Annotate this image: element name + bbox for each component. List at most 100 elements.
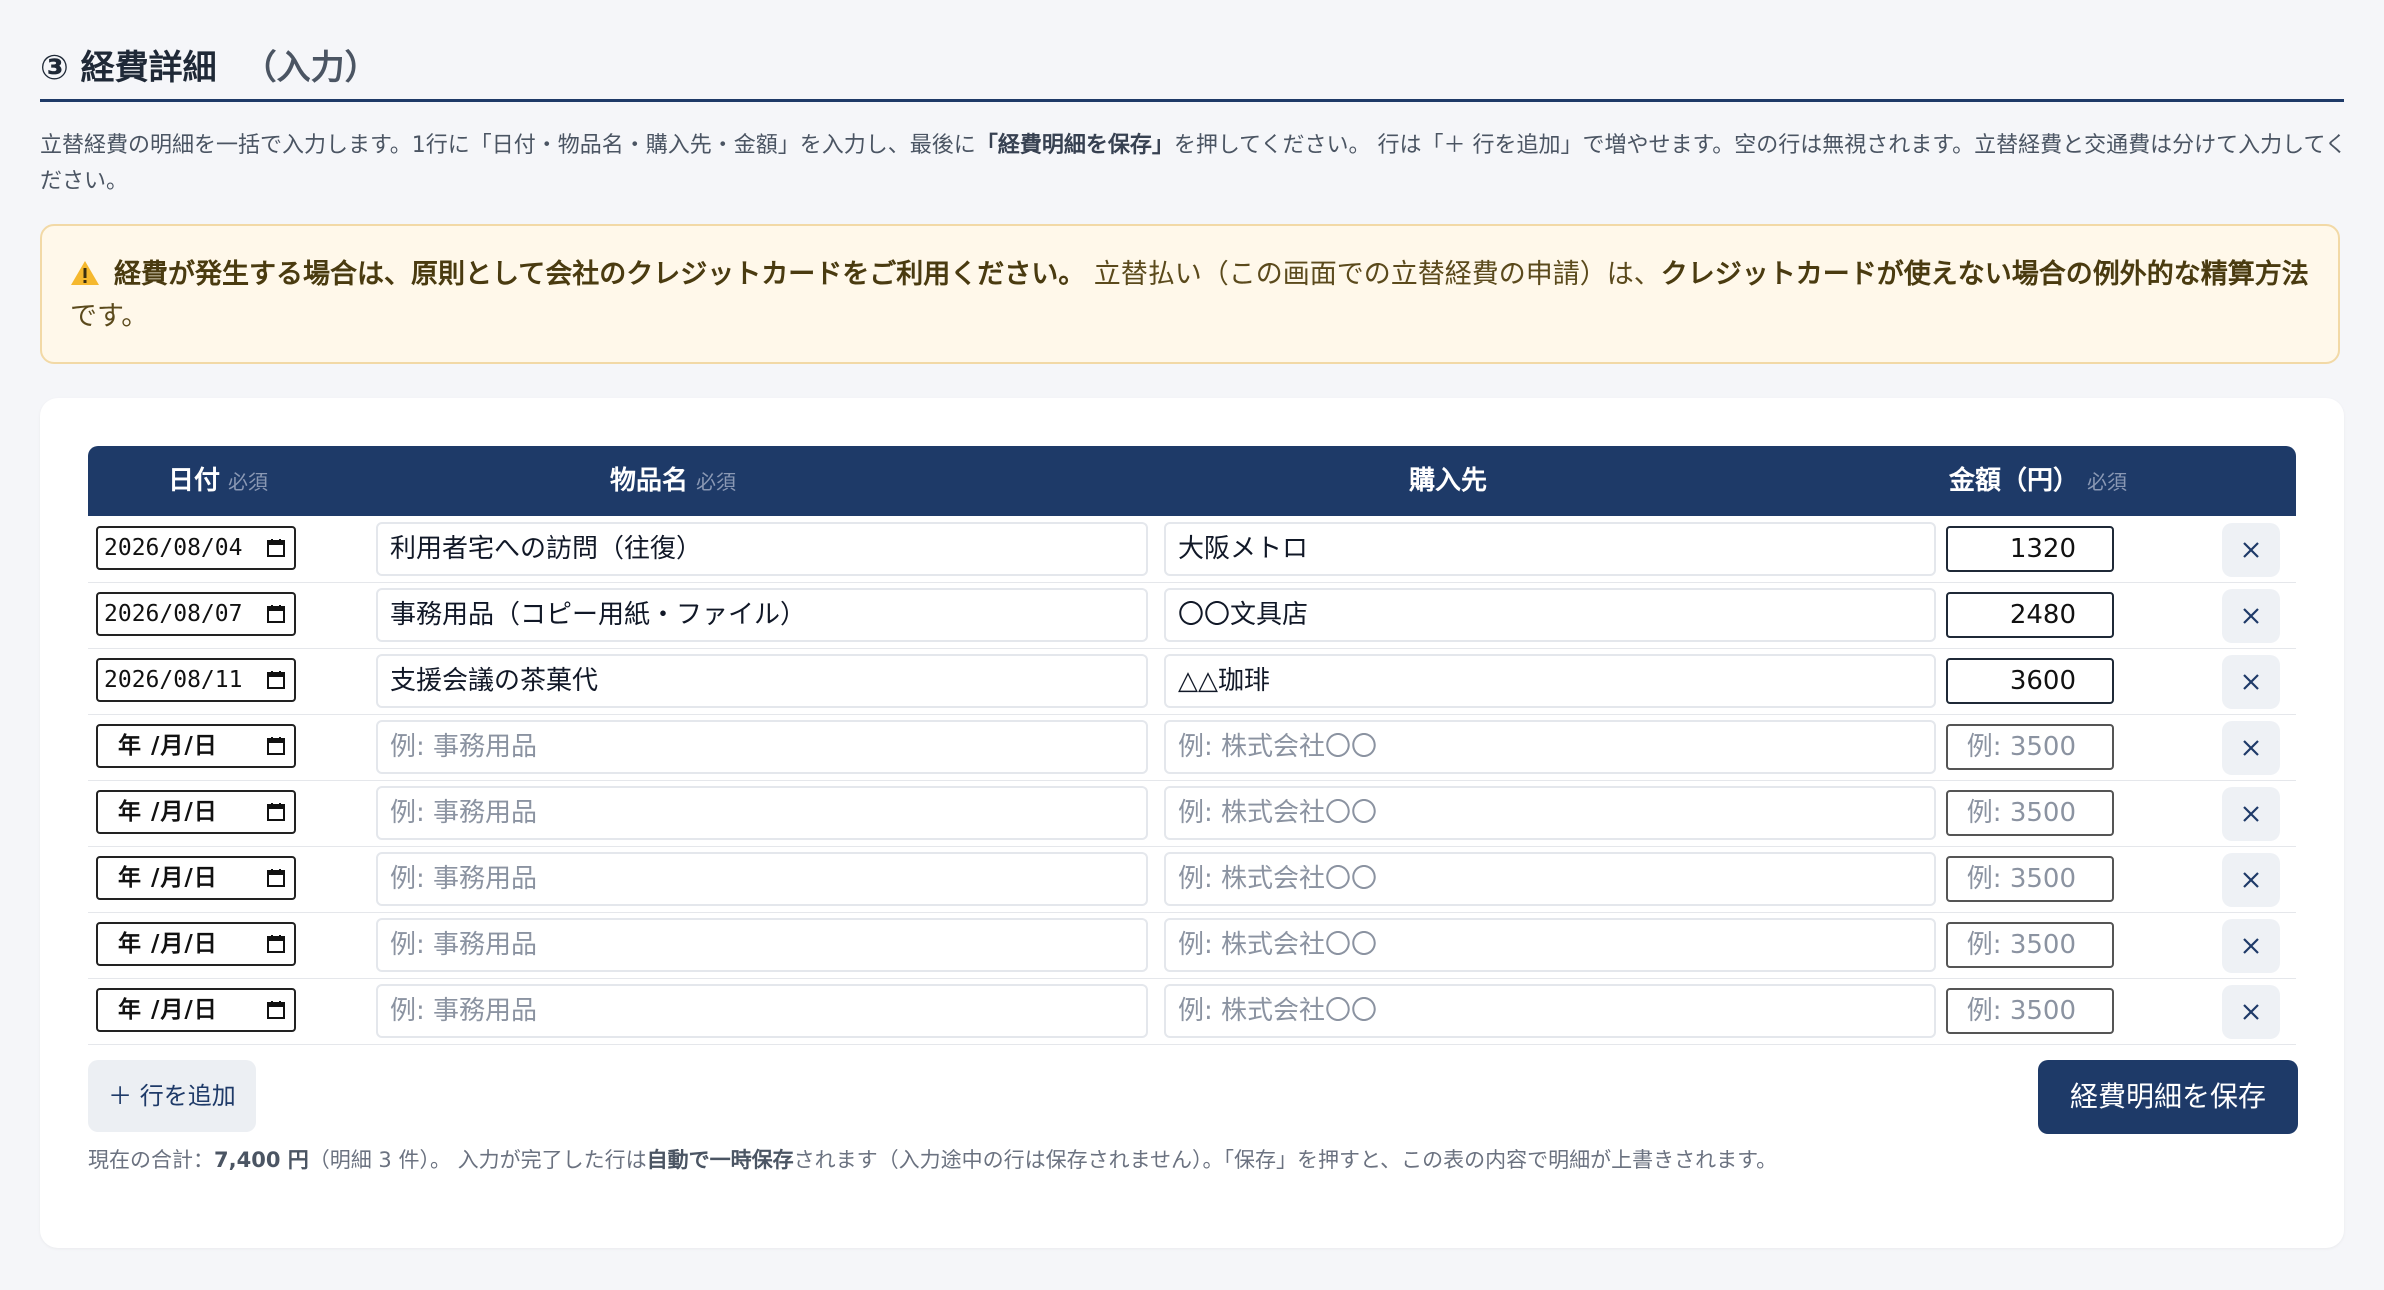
amount-input[interactable]: 例: 3500	[1946, 724, 2114, 770]
header-date-label: 日付	[167, 466, 220, 496]
required-badge: 必須	[228, 470, 268, 494]
delete-row-button[interactable]	[2222, 721, 2280, 775]
header-item-label: 物品名	[609, 466, 688, 496]
calendar-icon	[267, 803, 285, 821]
date-input[interactable]: 年 /月/日	[96, 988, 296, 1032]
date-input[interactable]: 2026/08/04	[96, 526, 296, 570]
item-input[interactable]: 例: 事務用品	[376, 786, 1148, 840]
calendar-icon	[267, 1001, 285, 1019]
vendor-input[interactable]: 例: 株式会社〇〇	[1164, 918, 1936, 972]
amount-input[interactable]: 1320	[1946, 526, 2114, 572]
table-row: 2026/08/04 利用者宅への訪問（往復） 大阪メトロ 1320	[88, 516, 2296, 583]
section-subtitle: （入力）	[242, 48, 379, 88]
footer-bold: 自動で一時保存	[646, 1148, 794, 1172]
delete-row-button[interactable]	[2222, 787, 2280, 841]
alert-normal-2: です。	[70, 301, 149, 332]
footer-part2: （明細 3 件）。 入力が完了した行は	[308, 1148, 647, 1172]
table-row: 年 /月/日 例: 事務用品 例: 株式会社〇〇 例: 3500	[88, 714, 2296, 781]
vendor-input[interactable]: 例: 株式会社〇〇	[1164, 720, 1936, 774]
alert-bold-2: クレジットカードが使えない場合の例外的な精算方法	[1660, 259, 2309, 290]
item-input[interactable]: 支援会議の茶菓代	[376, 654, 1148, 708]
warning-icon	[71, 261, 99, 285]
footer-part3: されます（入力途中の行は保存されません）。「保存」を押すと、この表の内容で明細が…	[793, 1148, 1778, 1172]
table-row: 2026/08/11 支援会議の茶菓代 △△珈琲 3600	[88, 648, 2296, 715]
expense-table-card: 日付 必須 物品名 必須 購入先 金額（円） 必須 2026/08/04 利用者宅への訪…	[40, 398, 2344, 1248]
table-row: 年 /月/日 例: 事務用品 例: 株式会社〇〇 例: 3500	[88, 912, 2296, 979]
date-input[interactable]: 2026/08/07	[96, 592, 296, 636]
total-summary: 現在の合計：7,400 円（明細 3 件）。 入力が完了した行は自動で一時保存さ…	[88, 1144, 1777, 1174]
close-icon	[2243, 1004, 2259, 1020]
vendor-input[interactable]: 例: 株式会社〇〇	[1164, 984, 1936, 1038]
item-input[interactable]: 例: 事務用品	[376, 918, 1148, 972]
close-icon	[2243, 938, 2259, 954]
table-row: 年 /月/日 例: 事務用品 例: 株式会社〇〇 例: 3500	[88, 846, 2296, 913]
delete-row-button[interactable]	[2222, 589, 2280, 643]
date-input[interactable]: 年 /月/日	[96, 922, 296, 966]
save-expenses-button[interactable]: 経費明細を保存	[2038, 1060, 2298, 1134]
alert-normal-1: 立替払い（この画面での立替経費の申請）は、	[1085, 259, 1661, 290]
amount-input[interactable]: 例: 3500	[1946, 790, 2114, 836]
header-vendor-label: 購入先	[1408, 466, 1487, 496]
item-input[interactable]: 例: 事務用品	[376, 720, 1148, 774]
calendar-icon	[267, 539, 285, 557]
delete-row-button[interactable]	[2222, 655, 2280, 709]
header-amount-label: 金額（円）	[1948, 466, 2079, 496]
item-input[interactable]: 例: 事務用品	[376, 852, 1148, 906]
header-amount: 金額（円） 必須	[1888, 446, 2188, 516]
section-title-text: ③ 経費詳細	[40, 48, 217, 88]
required-badge: 必須	[696, 470, 736, 494]
table-row: 年 /月/日 例: 事務用品 例: 株式会社〇〇 例: 3500	[88, 780, 2296, 847]
header-item: 物品名 必須	[348, 446, 998, 516]
amount-input[interactable]: 例: 3500	[1946, 922, 2114, 968]
vendor-input[interactable]: 例: 株式会社〇〇	[1164, 852, 1936, 906]
close-icon	[2243, 608, 2259, 624]
expense-detail-page: ③ 経費詳細 （入力） 立替経費の明細を一括で入力します。1行に「日付・物品名・…	[0, 0, 2384, 1290]
vendor-input[interactable]: 〇〇文具店	[1164, 588, 1936, 642]
add-row-button[interactable]: ＋ 行を追加	[88, 1060, 256, 1132]
amount-input[interactable]: 2480	[1946, 592, 2114, 638]
close-icon	[2243, 674, 2259, 690]
date-input[interactable]: 年 /月/日	[96, 790, 296, 834]
item-input[interactable]: 利用者宅への訪問（往復）	[376, 522, 1148, 576]
calendar-icon	[267, 605, 285, 623]
table-row: 2026/08/07 事務用品（コピー用紙・ファイル） 〇〇文具店 2480	[88, 582, 2296, 649]
calendar-icon	[267, 869, 285, 887]
date-value: 2026/08/11	[104, 667, 243, 693]
delete-row-button[interactable]	[2222, 919, 2280, 973]
vendor-input[interactable]: 大阪メトロ	[1164, 522, 1936, 576]
total-amount: 7,400 円	[214, 1148, 309, 1172]
item-input[interactable]: 例: 事務用品	[376, 984, 1148, 1038]
date-value: 年 /月/日	[118, 733, 218, 759]
footer-part1: 現在の合計：	[88, 1148, 214, 1172]
vendor-input[interactable]: 例: 株式会社〇〇	[1164, 786, 1936, 840]
vendor-input[interactable]: △△珈琲	[1164, 654, 1936, 708]
date-input[interactable]: 2026/08/11	[96, 658, 296, 702]
intro-part1: 立替経費の明細を一括で入力します。1行に「日付・物品名・購入先・金額」を入力し、…	[40, 133, 976, 158]
date-value: 年 /月/日	[118, 799, 218, 825]
intro-text: 立替経費の明細を一括で入力します。1行に「日付・物品名・購入先・金額」を入力し、…	[40, 128, 2350, 200]
title-divider	[40, 99, 2344, 102]
close-icon	[2243, 872, 2259, 888]
close-icon	[2243, 806, 2259, 822]
item-input[interactable]: 事務用品（コピー用紙・ファイル）	[376, 588, 1148, 642]
header-date: 日付 必須	[88, 446, 348, 516]
date-input[interactable]: 年 /月/日	[96, 856, 296, 900]
required-badge: 必須	[2087, 470, 2127, 494]
table-header: 日付 必須 物品名 必須 購入先 金額（円） 必須	[88, 446, 2296, 516]
amount-input[interactable]: 3600	[1946, 658, 2114, 704]
calendar-icon	[267, 737, 285, 755]
credit-card-notice: 経費が発生する場合は、原則として会社のクレジットカードをご利用ください。 立替払…	[40, 224, 2340, 364]
date-value: 年 /月/日	[118, 997, 218, 1023]
date-value: 2026/08/07	[104, 601, 243, 627]
delete-row-button[interactable]	[2222, 523, 2280, 577]
amount-input[interactable]: 例: 3500	[1946, 988, 2114, 1034]
delete-row-button[interactable]	[2222, 985, 2280, 1039]
calendar-icon	[267, 671, 285, 689]
amount-input[interactable]: 例: 3500	[1946, 856, 2114, 902]
close-icon	[2243, 542, 2259, 558]
alert-bold-1: 経費が発生する場合は、原則として会社のクレジットカードをご利用ください。	[114, 259, 1086, 290]
calendar-icon	[267, 935, 285, 953]
date-input[interactable]: 年 /月/日	[96, 724, 296, 768]
delete-row-button[interactable]	[2222, 853, 2280, 907]
date-value: 年 /月/日	[118, 931, 218, 957]
